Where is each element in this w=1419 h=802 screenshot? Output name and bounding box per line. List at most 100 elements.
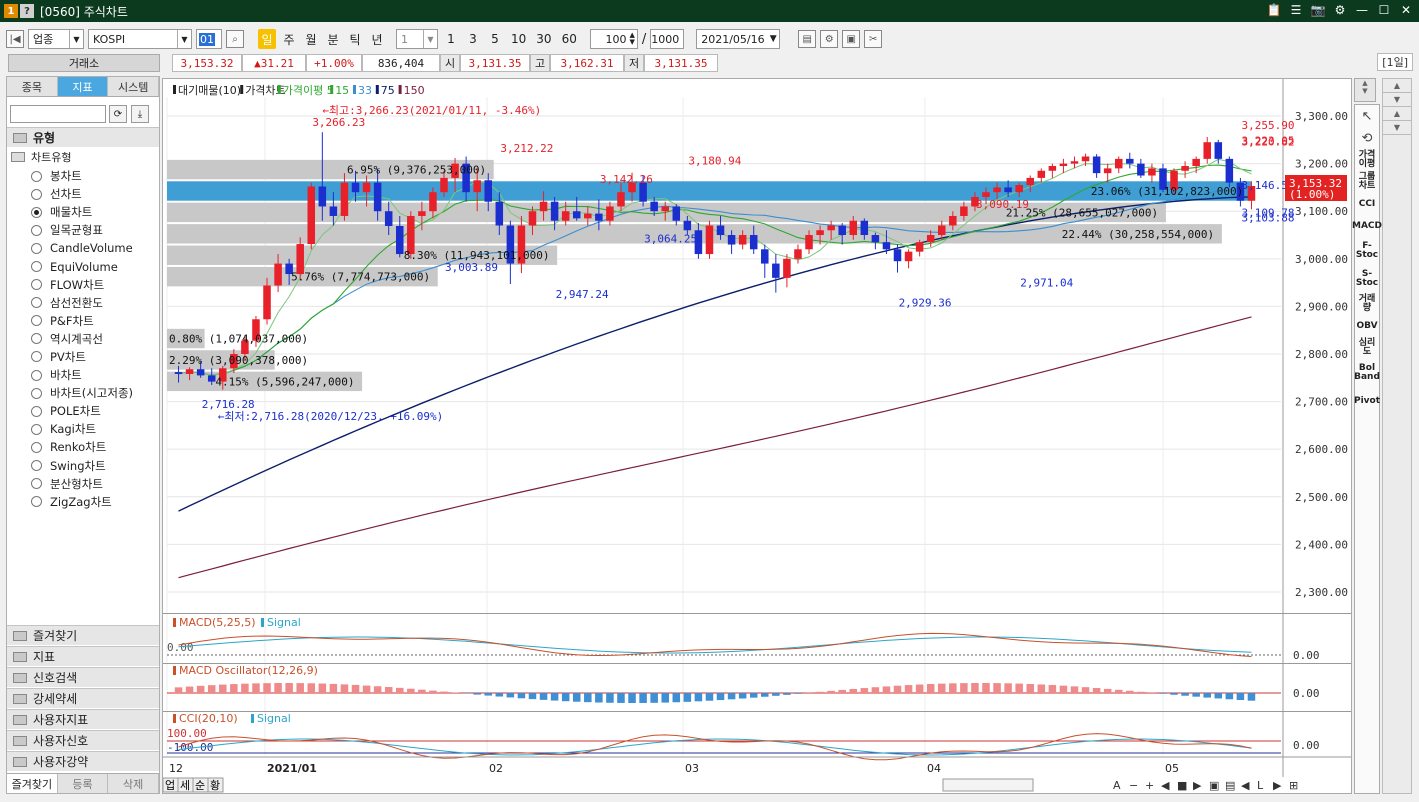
chart-type-option[interactable]: EquiVolume bbox=[31, 257, 133, 275]
radio-icon[interactable] bbox=[31, 478, 42, 490]
chart-type-option[interactable]: Swing차트 bbox=[31, 457, 133, 475]
indicator-tool-button[interactable]: 거래량 bbox=[1355, 293, 1379, 315]
radio-icon[interactable] bbox=[31, 460, 42, 472]
radio-icon[interactable] bbox=[31, 261, 42, 273]
scroll-up-icon[interactable]: ▲ bbox=[1383, 107, 1411, 121]
interval-30-button[interactable]: 30 bbox=[533, 29, 554, 49]
section-folder[interactable]: 사용자강약 bbox=[7, 751, 159, 771]
chart-type-group[interactable]: 차트유형 bbox=[11, 149, 71, 165]
register-button[interactable]: 등록 bbox=[57, 774, 109, 793]
count-stepper[interactable]: 100 ▲ ▼ bbox=[589, 29, 638, 49]
radio-icon[interactable] bbox=[31, 351, 42, 363]
indicator-tool-button[interactable]: CCI bbox=[1355, 193, 1379, 215]
indicator-tool-button[interactable]: S-Stoc bbox=[1355, 265, 1379, 293]
chart-control-icon[interactable]: L bbox=[1257, 779, 1264, 792]
period-month-button[interactable]: 월 bbox=[302, 29, 320, 49]
settings-icon[interactable]: ⚙ bbox=[820, 30, 839, 48]
chart-control-icon[interactable]: ▤ bbox=[1225, 779, 1235, 792]
chart-type-option[interactable]: 매물차트 bbox=[31, 203, 133, 221]
section-folder[interactable]: 신호검색 bbox=[7, 667, 159, 687]
stepper-arrows-icon[interactable]: ▲ ▼ bbox=[629, 32, 634, 46]
section-folder[interactable]: 사용자지표 bbox=[7, 709, 159, 729]
indicator-tool-button[interactable]: 가격이평 bbox=[1355, 149, 1379, 171]
chart-type-option[interactable]: 선차트 bbox=[31, 185, 133, 203]
radio-icon[interactable] bbox=[31, 170, 42, 182]
memo-icon[interactable]: 📋 bbox=[1267, 3, 1282, 17]
indicator-tool-button[interactable]: MACD bbox=[1352, 215, 1382, 237]
scroll-down-icon[interactable]: ▼ bbox=[1355, 87, 1375, 95]
tab-indicators[interactable]: 지표 bbox=[57, 77, 109, 96]
chart-control-icon[interactable]: ▶ bbox=[1273, 779, 1282, 792]
refresh-icon[interactable]: ⟳ bbox=[109, 105, 127, 123]
chart-control-icon[interactable]: + bbox=[1145, 779, 1154, 792]
maximize-button[interactable]: ☐ bbox=[1377, 3, 1391, 17]
chart-canvas[interactable]: 3,300.00 3,200.00 3,100.00 3,000.00 2,900.00… bbox=[163, 79, 1351, 777]
section-type[interactable]: 유형 bbox=[7, 127, 159, 147]
horizontal-scrollbar[interactable] bbox=[942, 778, 1034, 792]
scroll-up-icon[interactable]: ▲ bbox=[1355, 79, 1375, 87]
index-select[interactable]: KOSPI ▼ bbox=[88, 29, 192, 49]
chart-type-option[interactable]: POLE차트 bbox=[31, 402, 133, 420]
chart-type-option[interactable]: Kagi차트 bbox=[31, 420, 133, 438]
bottom-tab[interactable]: 업 bbox=[162, 777, 179, 793]
tab-system[interactable]: 시스템 bbox=[108, 77, 160, 96]
indicator-tool-button[interactable]: OBV bbox=[1355, 315, 1379, 337]
section-folder[interactable]: 즐겨찾기 bbox=[7, 625, 159, 645]
layout-icon[interactable]: ▤ bbox=[798, 30, 817, 48]
chart-type-option[interactable]: 삼선전환도 bbox=[31, 294, 133, 312]
indicator-tool-button[interactable]: 그룹차트 bbox=[1355, 171, 1379, 193]
search-icon[interactable]: ⌕ bbox=[226, 30, 244, 48]
scroll-down-icon[interactable]: ▼ bbox=[1383, 93, 1411, 107]
cursor-icon[interactable]: ↖ bbox=[1355, 105, 1379, 127]
period-day-button[interactable]: 일 bbox=[258, 29, 276, 49]
period-tick-button[interactable]: 틱 bbox=[346, 29, 364, 49]
radio-icon[interactable] bbox=[31, 279, 42, 291]
radio-icon[interactable] bbox=[31, 188, 42, 200]
tab-stocks[interactable]: 종목 bbox=[7, 77, 58, 96]
scroll-up-icon[interactable]: ▲ bbox=[1383, 79, 1411, 93]
period-week-button[interactable]: 주 bbox=[280, 29, 298, 49]
chart-control-icon[interactable]: − bbox=[1129, 779, 1138, 792]
code-input[interactable]: 01 bbox=[196, 29, 222, 49]
chart-type-option[interactable]: P&F차트 bbox=[31, 312, 133, 330]
interval-3-button[interactable]: 3 bbox=[464, 29, 482, 49]
chart-type-option[interactable]: 분산형차트 bbox=[31, 475, 133, 493]
chart-control-icon[interactable]: ◀ bbox=[1241, 779, 1250, 792]
section-folder[interactable]: 사용자신호 bbox=[7, 730, 159, 750]
chart-type-option[interactable]: ZigZag차트 bbox=[31, 493, 133, 511]
chart-type-option[interactable]: 봉차트 bbox=[31, 167, 133, 185]
date-select[interactable]: 2021/05/16 ▼ bbox=[696, 29, 781, 49]
camera-icon[interactable]: 📷 bbox=[1311, 3, 1326, 17]
list-icon[interactable]: ☰ bbox=[1289, 3, 1303, 17]
interval-select[interactable]: 1 ▼ bbox=[396, 29, 438, 49]
chart-control-icon[interactable]: ■ bbox=[1177, 779, 1187, 792]
radio-icon[interactable] bbox=[31, 315, 42, 327]
chart-type-option[interactable]: 바차트(시고저종) bbox=[31, 384, 133, 402]
radio-icon[interactable] bbox=[31, 224, 42, 236]
radio-icon[interactable] bbox=[31, 206, 42, 218]
download-icon[interactable]: ⤓ bbox=[131, 105, 149, 123]
chart-type-option[interactable]: CandleVolume bbox=[31, 239, 133, 257]
radio-icon[interactable] bbox=[31, 496, 42, 508]
radio-icon[interactable] bbox=[31, 387, 42, 399]
total-count-input[interactable]: 1000 bbox=[650, 29, 685, 49]
period-year-button[interactable]: 년 bbox=[368, 29, 386, 49]
indicator-tool-button[interactable]: Bol Band bbox=[1354, 359, 1380, 387]
chart-control-icon[interactable]: ⊞ bbox=[1289, 779, 1298, 792]
section-folder[interactable]: 강세약세 bbox=[7, 688, 159, 708]
radio-icon[interactable] bbox=[31, 242, 42, 254]
chart-type-option[interactable]: 일목균형표 bbox=[31, 221, 133, 239]
chart-type-option[interactable]: PV차트 bbox=[31, 348, 133, 366]
minimize-button[interactable]: — bbox=[1355, 3, 1369, 17]
indicator-tool-button[interactable]: F-Stoc bbox=[1355, 237, 1379, 265]
favorites-tab[interactable]: 즐겨찾기 bbox=[7, 774, 58, 793]
period-minute-button[interactable]: 분 bbox=[324, 29, 342, 49]
radio-icon[interactable] bbox=[31, 405, 42, 417]
gear-icon[interactable]: ⚙ bbox=[1333, 3, 1347, 17]
bottom-tab[interactable]: 세 bbox=[177, 777, 194, 793]
tools-icon[interactable]: ✂ bbox=[864, 30, 883, 48]
interval-1-button[interactable]: 1 bbox=[442, 29, 460, 49]
interval-10-button[interactable]: 10 bbox=[508, 29, 529, 49]
interval-60-button[interactable]: 60 bbox=[559, 29, 580, 49]
undo-icon[interactable]: ⟲ bbox=[1355, 127, 1379, 149]
